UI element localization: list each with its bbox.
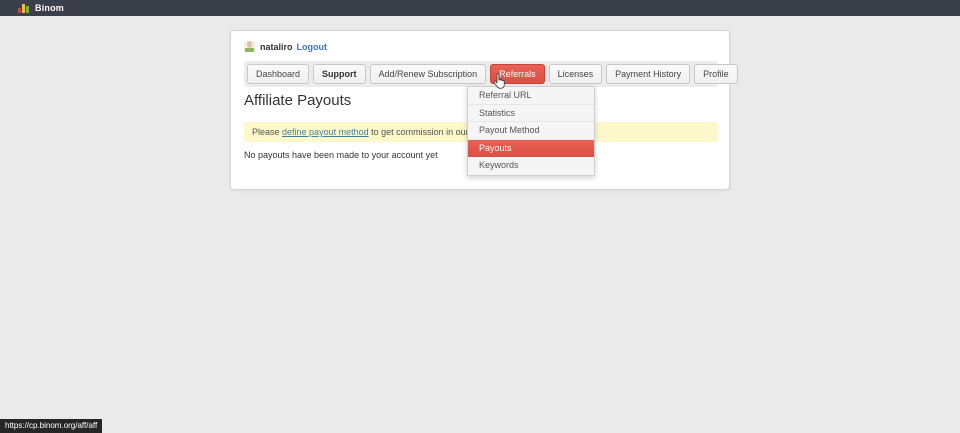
tab-licenses[interactable]: Licenses bbox=[549, 64, 603, 84]
topbar: Binom bbox=[0, 0, 960, 16]
menu-item-referral-url[interactable]: Referral URL bbox=[468, 87, 594, 105]
tab-profile[interactable]: Profile bbox=[694, 64, 738, 84]
empty-payouts-message: No payouts have been made to your accoun… bbox=[244, 150, 438, 160]
tab-payment-history[interactable]: Payment History bbox=[606, 64, 690, 84]
nav-tabs: Dashboard Support Add/Renew Subscription… bbox=[244, 61, 718, 87]
menu-item-payout-method[interactable]: Payout Method bbox=[468, 122, 594, 140]
menu-item-keywords[interactable]: Keywords bbox=[468, 157, 594, 175]
page-title: Affiliate Payouts bbox=[244, 92, 351, 109]
define-payout-method-link[interactable]: define payout method bbox=[282, 127, 369, 137]
status-bar-url: https://cp.binom.org/aff/aff bbox=[0, 419, 102, 433]
menu-item-payouts[interactable]: Payouts bbox=[468, 140, 594, 158]
logout-link[interactable]: Logout bbox=[297, 42, 328, 52]
tab-support[interactable]: Support bbox=[313, 64, 366, 84]
referrals-dropdown-menu: Referral URL Statistics Payout Method Pa… bbox=[467, 86, 595, 176]
username: nataliro bbox=[260, 42, 293, 52]
tab-dashboard[interactable]: Dashboard bbox=[247, 64, 309, 84]
tab-referrals[interactable]: Referrals bbox=[490, 64, 545, 84]
user-row: nataliro Logout bbox=[244, 40, 327, 53]
alert-text-prefix: Please bbox=[252, 127, 282, 137]
user-avatar-icon bbox=[244, 41, 255, 52]
brand-name: Binom bbox=[35, 3, 64, 13]
tab-add-renew-subscription[interactable]: Add/Renew Subscription bbox=[370, 64, 487, 84]
menu-item-statistics[interactable]: Statistics bbox=[468, 105, 594, 123]
bar-chart-icon bbox=[18, 4, 29, 13]
